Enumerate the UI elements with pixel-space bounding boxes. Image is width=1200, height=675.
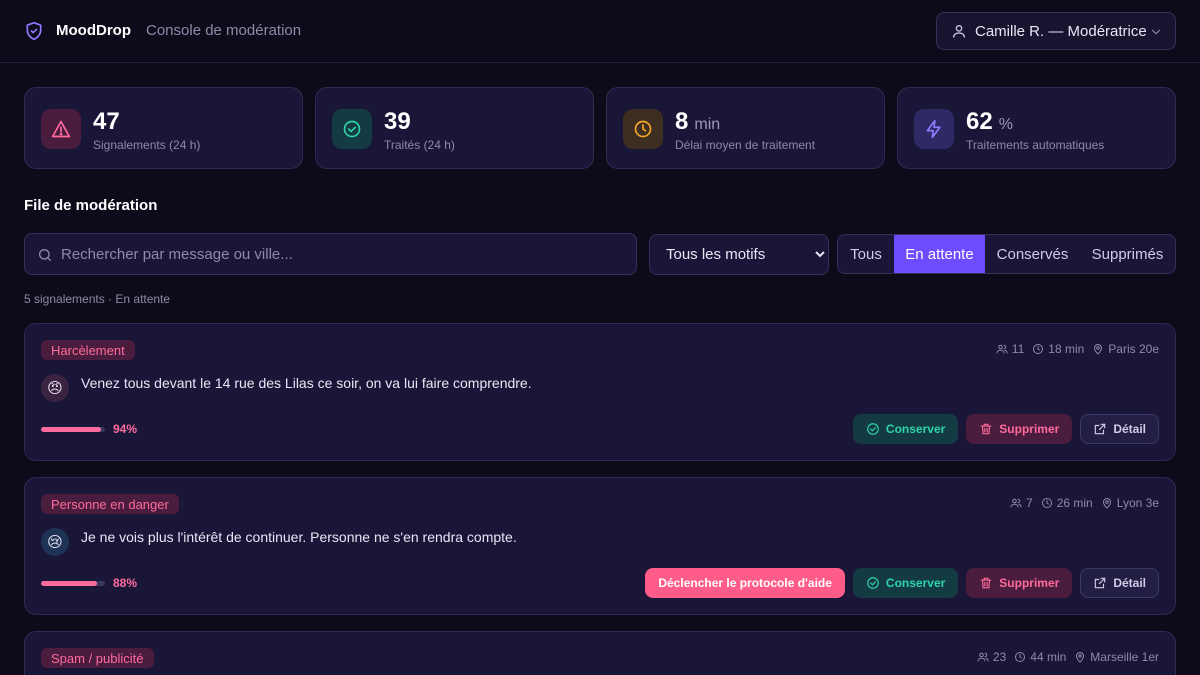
check-circle-icon <box>867 423 879 435</box>
user-icon <box>953 25 965 38</box>
trash-icon <box>981 423 992 435</box>
mood-emoji: 😠 <box>41 374 69 402</box>
stat-value: 47 <box>93 108 120 135</box>
toxicity-score: 88% <box>113 576 138 590</box>
report-card: Harcèlement 11 18 min Paris 20e 😠 Venez … <box>24 323 1176 461</box>
stat-card-delay: 8 min Délai moyen de traitement <box>606 87 885 169</box>
toxicity-bar-fill <box>41 427 102 432</box>
clock-icon <box>634 120 652 138</box>
user-name: Camille R. — Modératrice <box>975 22 1147 40</box>
queue-title: File de modération <box>24 197 158 214</box>
keep-button[interactable]: Conserver <box>852 414 959 444</box>
stat-value: 39 <box>384 108 411 135</box>
stat-card-auto: 62% Traitements automatiques <box>897 87 1176 169</box>
map-pin-icon <box>1094 344 1103 355</box>
mood-emoji: 😢 <box>41 528 69 556</box>
toxicity-bar-fill <box>41 581 98 586</box>
reporter-count: 11 <box>1011 342 1025 356</box>
clock-icon <box>1015 652 1026 662</box>
search-input[interactable] <box>61 234 621 274</box>
report-actions: Conserver Supprimer Détail <box>852 414 1159 444</box>
report-age: 44 min <box>1030 650 1067 664</box>
report-message: Venez tous devant le 14 rue des Lilas ce… <box>81 375 532 391</box>
stat-value: 8 min <box>675 108 721 135</box>
filter-pending[interactable]: En attente <box>894 235 985 273</box>
report-age: 26 min <box>1056 496 1093 510</box>
check-circle-icon <box>867 577 879 589</box>
user-menu-button[interactable]: Camille R. — Modératrice <box>936 12 1176 50</box>
delete-button[interactable]: Supprimer <box>966 568 1073 598</box>
reason-tag: Personne en danger <box>41 494 179 514</box>
trash-icon <box>981 577 992 589</box>
detail-button[interactable]: Détail <box>1080 414 1159 444</box>
shield-check-icon <box>26 21 42 41</box>
report-meta: 11 18 min Paris 20e <box>988 342 1159 356</box>
report-city: Lyon 3e <box>1116 496 1159 510</box>
stat-label: Traités (24 h) <box>384 138 455 152</box>
motif-select[interactable]: Tous les motifs <box>649 234 829 275</box>
clock-icon <box>1041 498 1052 508</box>
toxicity-bar <box>41 581 105 586</box>
filter-kept[interactable]: Conservés <box>985 235 1080 273</box>
filter-all[interactable]: Tous <box>838 235 894 273</box>
report-age: 18 min <box>1048 342 1085 356</box>
report-card: Spam / publicité 23 44 min Marseille 1er <box>24 631 1176 675</box>
status-filter: Tous En attente Conservés Supprimés <box>837 234 1176 274</box>
check-circle-icon <box>343 120 361 138</box>
app-subtitle: Console de modération <box>146 22 302 39</box>
lightning-icon <box>926 119 941 139</box>
map-pin-icon <box>1102 498 1111 509</box>
map-pin-icon <box>1076 652 1085 663</box>
report-meta: 7 26 min Lyon 3e <box>1002 496 1159 510</box>
toxicity-score: 94% <box>113 422 138 436</box>
stat-card-treated: 39 Traités (24 h) <box>315 87 594 169</box>
users-icon <box>1010 498 1022 508</box>
stat-label: Délai moyen de traitement <box>675 138 816 152</box>
clock-icon <box>1033 344 1044 354</box>
report-message: Je ne vois plus l'intérêt de continuer. … <box>81 529 517 545</box>
alert-triangle-icon <box>51 120 71 138</box>
report-actions: Déclencher le protocole d'aide Conserver… <box>645 568 1159 598</box>
search-box <box>24 233 637 275</box>
external-link-icon <box>1095 423 1106 435</box>
help-protocol-button[interactable]: Déclencher le protocole d'aide <box>645 568 845 598</box>
report-city: Paris 20e <box>1108 342 1159 356</box>
report-meta: 23 44 min Marseille 1er <box>969 650 1159 664</box>
users-icon <box>996 344 1008 354</box>
stat-value: 62% <box>966 108 1013 135</box>
report-card: Personne en danger 7 26 min Lyon 3e 😢 Je… <box>24 477 1176 615</box>
reporter-count: 7 <box>1026 496 1033 510</box>
stat-label: Signalements (24 h) <box>93 138 201 152</box>
search-icon <box>39 249 51 261</box>
chevron-down-icon <box>1151 29 1161 35</box>
delete-button[interactable]: Supprimer <box>966 414 1073 444</box>
filter-deleted[interactable]: Supprimés <box>1080 235 1175 273</box>
toxicity-bar <box>41 427 105 432</box>
users-icon <box>977 652 989 662</box>
detail-button[interactable]: Détail <box>1080 568 1159 598</box>
reporter-count: 23 <box>992 650 1007 664</box>
reason-tag: Harcèlement <box>41 340 135 360</box>
brand-name: MoodDrop <box>56 22 131 39</box>
stat-card-reports: 47 Signalements (24 h) <box>24 87 303 169</box>
stat-label: Traitements automatiques <box>966 138 1105 152</box>
report-city: Marseille 1er <box>1090 650 1159 664</box>
reason-tag: Spam / publicité <box>41 648 154 668</box>
top-bar: MoodDrop Console de modération Camille R… <box>0 0 1200 63</box>
results-count: 5 signalements · En attente <box>24 292 171 306</box>
keep-button[interactable]: Conserver <box>852 568 959 598</box>
external-link-icon <box>1095 577 1106 589</box>
